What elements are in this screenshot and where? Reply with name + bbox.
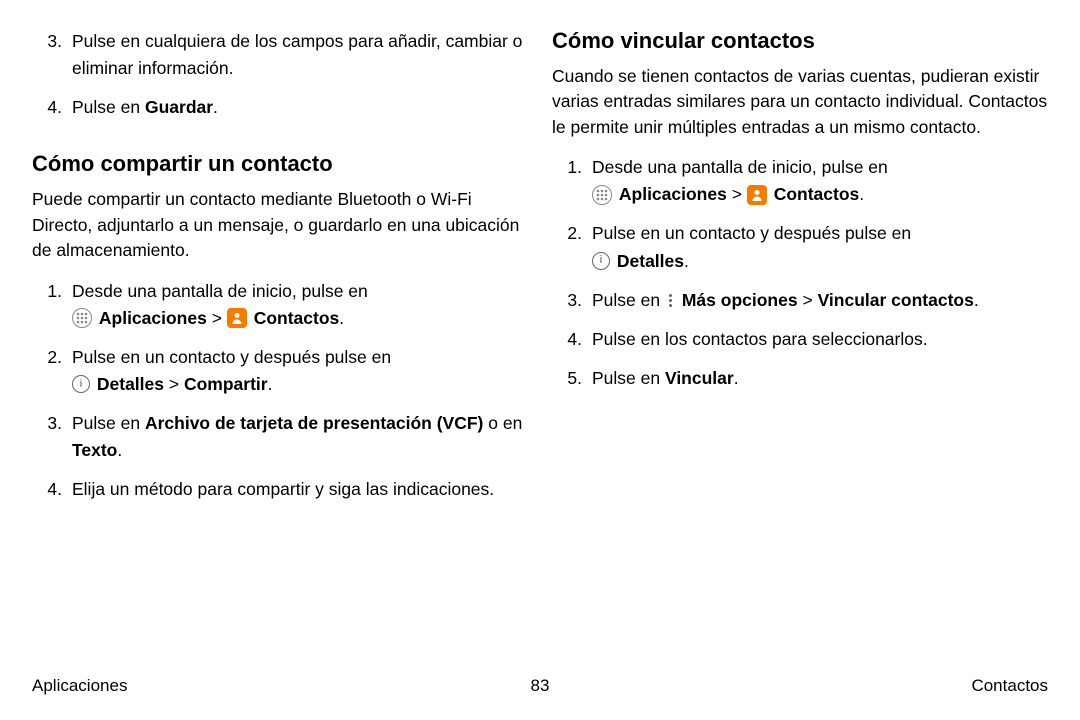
page-content: 3. Pulse en cualquiera de los campos par… (32, 28, 1048, 670)
chevron: > (802, 290, 812, 310)
step-line: Desde una pantalla de inicio, pulse en (592, 157, 888, 177)
step-text: Pulse en los contactos para seleccionarl… (592, 329, 928, 349)
list-item: 3. Pulse en cualquiera de los campos par… (32, 28, 528, 82)
share-paragraph: Puede compartir un contacto mediante Blu… (32, 187, 528, 263)
chevron: > (169, 374, 179, 394)
bold-aplicaciones: Aplicaciones (99, 308, 207, 328)
step-pre: Pulse en (592, 368, 665, 388)
bold-mas-opciones: Más opciones (682, 290, 798, 310)
left-column: 3. Pulse en cualquiera de los campos par… (32, 28, 528, 670)
info-icon: i (72, 375, 90, 393)
list-item: 2. Pulse en un contacto y después pulse … (552, 220, 1048, 274)
apps-icon (592, 185, 612, 205)
step-number: 3. (32, 410, 62, 437)
list-item: 4. Pulse en Guardar. (32, 94, 528, 121)
bold-detalles: Detalles (97, 374, 164, 394)
dot: . (974, 290, 979, 310)
page-footer: Aplicaciones 83 Contactos (32, 670, 1048, 696)
pre-steps-list: 3. Pulse en cualquiera de los campos par… (32, 28, 528, 133)
step-number: 2. (32, 344, 62, 371)
heading-link-contacts: Cómo vincular contactos (552, 28, 1048, 54)
list-item: 2. Pulse en un contacto y después pulse … (32, 344, 528, 398)
step-number: 1. (32, 278, 62, 305)
dot: . (339, 308, 344, 328)
dot: . (117, 440, 122, 460)
right-column: Cómo vincular contactos Cuando se tienen… (552, 28, 1048, 670)
contact-icon (747, 185, 767, 205)
step-pre: Pulse en (592, 290, 665, 310)
step-number: 4. (32, 476, 62, 503)
bold-compartir: Compartir (184, 374, 268, 394)
bold-guardar: Guardar (145, 97, 213, 117)
bold-vcf: Archivo de tarjeta de presentación (VCF) (145, 413, 483, 433)
list-item: 1. Desde una pantalla de inicio, pulse e… (32, 278, 528, 332)
step-text: Pulse en cualquiera de los campos para a… (72, 31, 522, 78)
bold-contactos: Contactos (254, 308, 340, 328)
list-item: 3. Pulse en Más opciones > Vincular cont… (552, 287, 1048, 314)
step-number: 2. (552, 220, 582, 247)
step-line: Pulse en un contacto y después pulse en (592, 223, 911, 243)
link-paragraph: Cuando se tienen contactos de varias cue… (552, 64, 1048, 140)
contact-icon (227, 308, 247, 328)
step-text-post: . (213, 97, 218, 117)
step-number: 4. (552, 326, 582, 353)
dot: . (268, 374, 273, 394)
list-item: 5. Pulse en Vincular. (552, 365, 1048, 392)
bold-detalles: Detalles (617, 251, 684, 271)
step-mid: o en (483, 413, 522, 433)
heading-share-contact: Cómo compartir un contacto (32, 151, 528, 177)
share-steps-list: 1. Desde una pantalla de inicio, pulse e… (32, 278, 528, 516)
bold-texto: Texto (72, 440, 117, 460)
step-line: Pulse en un contacto y después pulse en (72, 347, 391, 367)
dot: . (859, 184, 864, 204)
footer-left: Aplicaciones (32, 676, 127, 696)
apps-icon (72, 308, 92, 328)
chevron: > (212, 308, 222, 328)
list-item: 4. Elija un método para compartir y siga… (32, 476, 528, 503)
step-pre: Pulse en (72, 413, 145, 433)
dot: . (684, 251, 689, 271)
more-options-icon (665, 291, 677, 309)
list-item: 3. Pulse en Archivo de tarjeta de presen… (32, 410, 528, 464)
dot: . (734, 368, 739, 388)
step-number: 3. (32, 28, 62, 55)
step-text-pre: Pulse en (72, 97, 145, 117)
list-item: 1. Desde una pantalla de inicio, pulse e… (552, 154, 1048, 208)
list-item: 4. Pulse en los contactos para seleccion… (552, 326, 1048, 353)
step-number: 5. (552, 365, 582, 392)
info-icon: i (592, 252, 610, 270)
footer-right: Contactos (971, 676, 1048, 696)
bold-vincular: Vincular (665, 368, 734, 388)
step-text: Elija un método para compartir y siga la… (72, 479, 494, 499)
chevron: > (732, 184, 742, 204)
step-number: 1. (552, 154, 582, 181)
step-number: 4. (32, 94, 62, 121)
link-steps-list: 1. Desde una pantalla de inicio, pulse e… (552, 154, 1048, 404)
bold-contactos: Contactos (774, 184, 860, 204)
step-line: Desde una pantalla de inicio, pulse en (72, 281, 368, 301)
bold-aplicaciones: Aplicaciones (619, 184, 727, 204)
step-number: 3. (552, 287, 582, 314)
page-number: 83 (531, 676, 550, 696)
bold-vincular-contactos: Vincular contactos (818, 290, 974, 310)
